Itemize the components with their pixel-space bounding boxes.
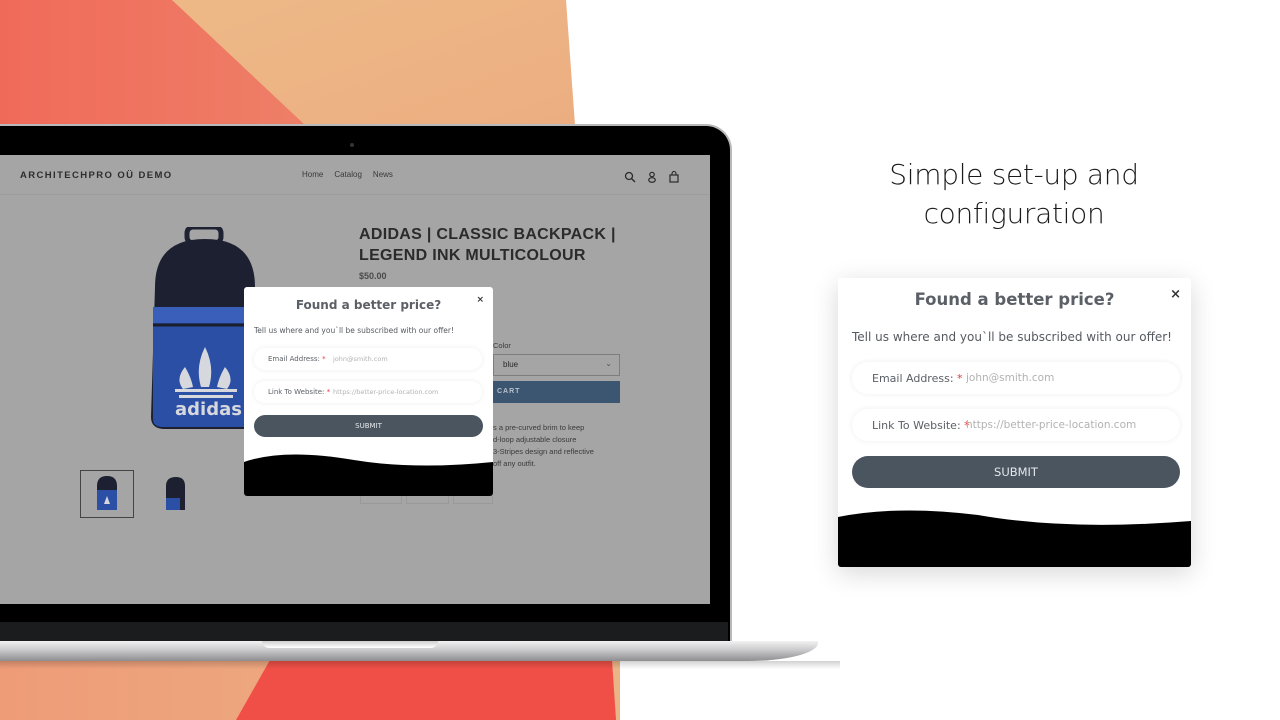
popup-wave-decoration	[244, 454, 493, 496]
description-line: 3-Stripes design and reflective	[493, 447, 594, 456]
submit-button[interactable]: SUBMIT	[852, 456, 1180, 488]
store-header-icons	[624, 168, 680, 187]
email-input[interactable]	[333, 355, 473, 363]
headline-line-2: configuration	[923, 197, 1105, 230]
website-label: Link To Website: *	[872, 418, 970, 432]
website-input[interactable]	[333, 388, 473, 396]
svg-text:adidas: adidas	[175, 399, 242, 420]
laptop-shadow	[0, 661, 840, 669]
website-input[interactable]	[966, 419, 1176, 431]
laptop-chin	[0, 622, 728, 642]
popup-title: Found a better price?	[914, 290, 1115, 309]
popup-title: Found a better price?	[295, 298, 442, 312]
website-label-text: Link To Website:	[872, 418, 961, 432]
product-thumbnail-1[interactable]	[80, 470, 134, 518]
better-price-popup-preview: Found a better price? × Tell us where an…	[244, 287, 493, 496]
email-field: Email Address: *	[254, 348, 482, 370]
website-label: Link To Website: *	[268, 388, 333, 396]
color-select[interactable]: blue ⌄	[493, 354, 620, 376]
submit-button[interactable]: SUBMIT	[254, 415, 483, 437]
email-field: Email Address: *	[852, 362, 1180, 394]
color-select-value: blue	[503, 360, 519, 369]
store-logo[interactable]: ARCHITECHPRO OÜ DEMO	[20, 170, 173, 181]
email-label: Email Address: *	[872, 372, 966, 385]
product-description: s a pre-curved brim to keep d-loop adjus…	[493, 422, 623, 470]
email-label-text: Email Address:	[268, 355, 320, 363]
headline: Simple set-up and configuration	[854, 155, 1174, 233]
email-label-text: Email Address:	[872, 371, 954, 385]
store-header: ARCHITECHPRO OÜ DEMO Home Catalog News	[0, 155, 710, 195]
popup-subtitle: Tell us where and you`ll be subscribed w…	[852, 330, 1172, 344]
popup-subtitle: Tell us where and you`ll be subscribed w…	[254, 326, 454, 335]
laptop-camera	[350, 143, 354, 147]
required-mark: *	[957, 371, 963, 385]
chevron-down-icon: ⌄	[605, 359, 612, 368]
cart-icon[interactable]	[668, 168, 680, 187]
headline-line-1: Simple set-up and	[889, 158, 1139, 191]
description-line: off any outfit.	[493, 459, 536, 468]
website-field: Link To Website: *	[852, 409, 1180, 441]
popup-wave-decoration	[838, 510, 1191, 567]
nav-home[interactable]: Home	[302, 170, 323, 179]
close-icon[interactable]: ×	[1170, 287, 1181, 302]
search-icon[interactable]	[624, 168, 636, 187]
required-mark: *	[326, 388, 331, 396]
nav-news[interactable]: News	[373, 170, 393, 179]
store-nav: Home Catalog News	[302, 170, 393, 179]
account-icon[interactable]	[646, 168, 658, 187]
website-label-text: Link To Website:	[268, 388, 325, 396]
required-mark: *	[322, 355, 326, 363]
email-label: Email Address: *	[268, 355, 333, 363]
add-to-cart-button[interactable]: CART	[493, 381, 620, 403]
product-title: ADIDAS | CLASSIC BACKPACK | LEGEND INK M…	[359, 226, 616, 264]
color-label: Color	[493, 341, 511, 350]
product-thumbnail-2[interactable]	[148, 470, 202, 518]
close-icon[interactable]: ×	[476, 295, 484, 305]
better-price-popup: Found a better price? × Tell us where an…	[838, 278, 1191, 567]
description-line: d-loop adjustable closure	[493, 435, 577, 444]
email-input[interactable]	[966, 372, 1176, 384]
product-price: $50.00	[359, 271, 387, 281]
website-field: Link To Website: *	[254, 381, 482, 403]
laptop-notch	[262, 641, 438, 648]
description-line: s a pre-curved brim to keep	[493, 423, 585, 432]
nav-catalog[interactable]: Catalog	[334, 170, 362, 179]
marketing-slide: ARCHITECHPRO OÜ DEMO Home Catalog News a…	[0, 0, 1280, 720]
